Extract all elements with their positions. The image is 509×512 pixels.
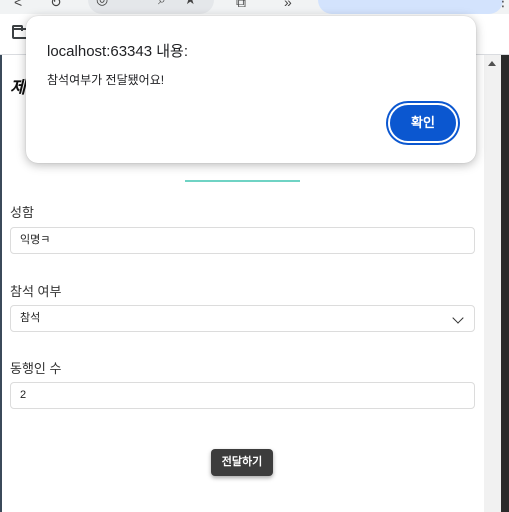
submit-button[interactable]: 전달하기 bbox=[211, 449, 273, 476]
dialog-message: 참석여부가 전달됐어요! bbox=[47, 73, 165, 87]
name-label: 성함 bbox=[10, 205, 34, 220]
dialog-title: localhost:63343 내용: bbox=[47, 43, 189, 60]
profile-pill[interactable] bbox=[318, 0, 503, 14]
search-icon[interactable]: ⌕ bbox=[158, 0, 166, 6]
chevron-down-icon bbox=[452, 312, 464, 324]
page-heading: 제 bbox=[10, 78, 26, 97]
attendance-select[interactable]: 참석 bbox=[10, 305, 475, 332]
scrollbar[interactable] bbox=[484, 55, 501, 512]
share-icon[interactable]: ⧉ bbox=[236, 0, 246, 9]
reload-icon[interactable]: ↻ bbox=[50, 0, 62, 9]
scroll-up-arrow-icon[interactable] bbox=[488, 61, 496, 66]
window-edge bbox=[0, 55, 2, 512]
attendance-selected-value: 참석 bbox=[20, 312, 41, 324]
site-info-icon[interactable]: ◎ bbox=[96, 0, 108, 6]
name-input[interactable]: 익명ㅋ bbox=[10, 227, 475, 254]
companion-count-label: 동행인 수 bbox=[10, 361, 62, 376]
companion-count-input[interactable]: 2 bbox=[10, 382, 475, 409]
back-arrow-icon[interactable]: < bbox=[14, 0, 22, 9]
address-bar[interactable]: ◎ ⌕ ★ bbox=[88, 0, 214, 14]
alert-dialog: localhost:63343 내용: 참석여부가 전달됐어요! 확인 bbox=[26, 16, 476, 163]
bookmark-star-icon[interactable]: ★ bbox=[184, 0, 197, 6]
ok-button[interactable]: 확인 bbox=[388, 103, 458, 143]
adjacent-window-edge bbox=[501, 55, 509, 512]
extensions-icon[interactable]: » bbox=[284, 0, 292, 9]
menu-icon[interactable]: ⋮ bbox=[496, 0, 509, 8]
attendance-label: 참석 여부 bbox=[10, 284, 62, 299]
section-divider bbox=[185, 180, 300, 182]
browser-toolbar: < ↻ ◎ ⌕ ★ ⧉ » ⋮ bbox=[0, 0, 509, 14]
